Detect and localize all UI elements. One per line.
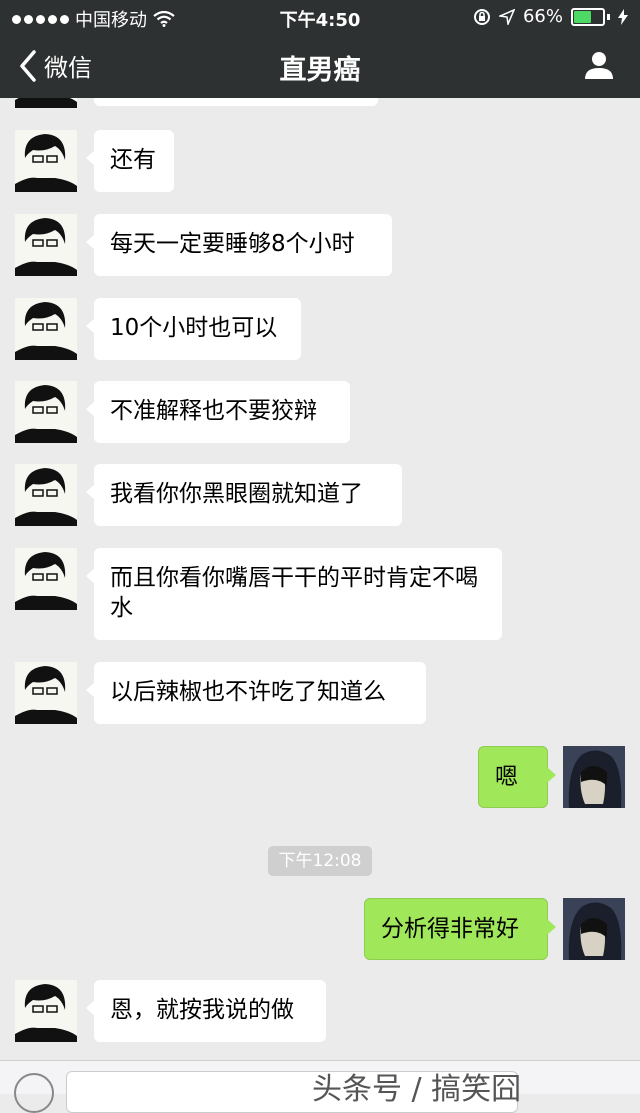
battery-icon xyxy=(571,7,605,26)
message-bubble[interactable]: 每天一定要睡够8个小时 xyxy=(86,214,392,276)
battery-tip xyxy=(607,13,610,20)
watermark: 头条号 / 搞笑囧 xyxy=(312,1072,522,1107)
rotation-lock-icon xyxy=(473,8,490,25)
message-bubble[interactable]: 还有 xyxy=(86,130,174,192)
status-bar: 中国移动 下午4:50 66% xyxy=(0,0,640,34)
location-arrow-icon xyxy=(498,8,515,25)
message-bubble[interactable]: 10个小时也可以 xyxy=(86,298,301,360)
nav-bar: 微信 直男癌 xyxy=(0,34,640,98)
battery-level xyxy=(574,10,591,23)
message-bubble[interactable]: 而且你看你嘴唇干干的平时肯定不喝水 xyxy=(86,548,502,640)
own-avatar[interactable] xyxy=(563,898,625,960)
person-icon xyxy=(585,52,613,79)
contact-avatar[interactable] xyxy=(15,298,77,360)
message-bubble-own[interactable]: 嗯 xyxy=(478,746,556,808)
battery-percent: 66% xyxy=(522,6,563,27)
contact-avatar[interactable] xyxy=(15,130,77,192)
message-bubble-own[interactable]: 分析得非常好 xyxy=(364,898,556,960)
contact-avatar[interactable] xyxy=(15,464,77,526)
contact-avatar[interactable] xyxy=(15,662,77,724)
contact-avatar[interactable] xyxy=(15,381,77,443)
contact-avatar[interactable] xyxy=(15,980,77,1042)
message-list[interactable]: 还有 每天一定要睡够8个小时 10个小时也可以 不准解释也不要狡辩 我看你你黑眼… xyxy=(0,98,640,1060)
chat-title: 直男癌 xyxy=(279,55,361,86)
voice-input-button[interactable] xyxy=(14,1073,54,1113)
own-avatar[interactable] xyxy=(563,746,625,808)
message-bubble[interactable]: 不准解释也不要狡辩 xyxy=(86,381,350,443)
message-bubble-partial[interactable] xyxy=(94,98,378,106)
charging-icon xyxy=(618,8,628,25)
chat-info-button[interactable] xyxy=(584,50,614,84)
contact-avatar[interactable] xyxy=(15,98,77,108)
message-bubble[interactable]: 我看你你黑眼圈就知道了 xyxy=(86,464,402,526)
timestamp-badge: 下午12:08 xyxy=(268,846,372,876)
contact-avatar[interactable] xyxy=(15,548,77,610)
message-bubble[interactable]: 以后辣椒也不许吃了知道么 xyxy=(86,662,426,724)
status-right: 66% xyxy=(473,6,628,27)
contact-avatar[interactable] xyxy=(15,214,77,276)
message-bubble[interactable]: 恩，就按我说的做 xyxy=(86,980,326,1042)
